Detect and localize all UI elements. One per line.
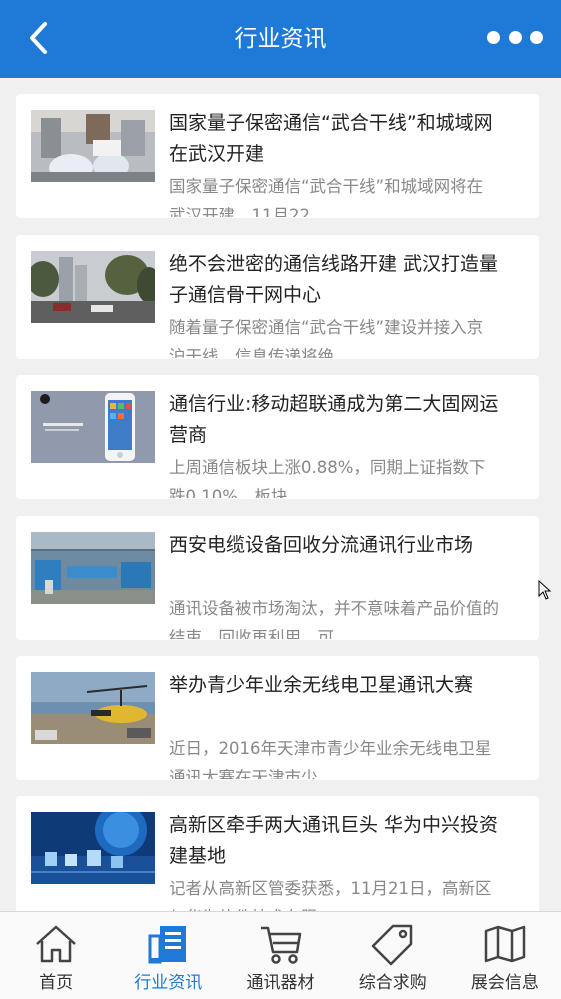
article-card[interactable]: 国家量子保密通信“武合干线”和城域网在武汉开建 国家量子保密通信“武合干线”和城… <box>16 94 539 218</box>
tab-label: 综合求购 <box>358 973 427 993</box>
cart-icon <box>260 926 301 964</box>
tab-label: 行业资讯 <box>134 973 203 993</box>
tab-equipment[interactable]: 通讯器材 <box>224 912 336 999</box>
article-summary: 近日，2016年天津市青少年业余无线电卫星通讯大赛在天津市少 <box>169 739 492 779</box>
article-summary: 随着量子保密通信“武合干线”建设并接入京沪干线，信息传递将绝 <box>169 318 484 358</box>
article-title: 绝不会泄密的通信线路开建 武汉打造量子通信骨干网中心 <box>169 253 499 306</box>
article-card[interactable]: 绝不会泄密的通信线路开建 武汉打造量子通信骨干网中心 随着量子保密通信“武合干线… <box>16 235 539 359</box>
article-thumbnail <box>31 391 155 463</box>
top-navigation-bar: 行业资讯 <box>0 0 561 78</box>
article-title: 举办青少年业余无线电卫星通讯大赛 <box>169 674 474 696</box>
article-summary: 记者从高新区管委获悉，11月21日，高新区与华为软件技术有限 <box>169 879 492 911</box>
home-icon <box>36 925 76 963</box>
article-summary: 上周通信板块上涨0.88%，同期上证指数下跌0.10%，板块 <box>169 458 486 498</box>
tab-label: 展会信息 <box>470 973 539 993</box>
article-thumbnail <box>31 251 155 323</box>
article-card[interactable]: 通信行业:移动超联通成为第二大固网运营商 上周通信板块上涨0.88%，同期上证指… <box>16 375 539 499</box>
article-card[interactable]: 西安电缆设备回收分流通讯行业市场 通讯设备被市场淘汰，并不意味着产品价值的结束，… <box>16 516 539 640</box>
news-icon <box>148 926 187 964</box>
tag-icon <box>371 924 412 966</box>
article-thumbnail <box>31 812 155 884</box>
bottom-tab-bar: 首页 行业资讯 通讯器材 综合求购 展会信息 <box>0 911 561 999</box>
article-list: 国家量子保密通信“武合干线”和城域网在武汉开建 国家量子保密通信“武合干线”和城… <box>0 78 561 911</box>
map-icon <box>484 925 526 963</box>
article-card[interactable]: 高新区牵手两大通讯巨头 华为中兴投资建基地 记者从高新区管委获悉，11月21日，… <box>16 796 539 911</box>
article-summary: 国家量子保密通信“武合干线”和城域网将在武汉开建，11月22 <box>169 177 484 217</box>
article-title: 通信行业:移动超联通成为第二大固网运营商 <box>169 393 499 446</box>
more-dots-icon <box>487 30 500 44</box>
tab-exhibition[interactable]: 展会信息 <box>449 912 561 999</box>
article-summary: 通讯设备被市场淘汰，并不意味着产品价值的结束，回收再利用，可 <box>169 599 499 639</box>
tab-label: 首页 <box>39 973 74 993</box>
tab-industry-news[interactable]: 行业资讯 <box>112 912 224 999</box>
tab-purchase[interactable]: 综合求购 <box>337 912 449 999</box>
article-title: 国家量子保密通信“武合干线”和城域网在武汉开建 <box>169 112 493 165</box>
tab-home[interactable]: 首页 <box>0 912 112 999</box>
article-thumbnail <box>31 532 155 604</box>
article-thumbnail <box>31 110 155 182</box>
tab-label: 通讯器材 <box>246 973 315 993</box>
article-card[interactable]: 举办青少年业余无线电卫星通讯大赛 近日，2016年天津市青少年业余无线电卫星通讯… <box>16 656 539 780</box>
article-thumbnail <box>31 672 155 744</box>
article-title: 西安电缆设备回收分流通讯行业市场 <box>169 534 474 556</box>
more-button[interactable] <box>487 24 543 50</box>
mouse-pointer-icon <box>538 580 552 600</box>
page-title: 行业资讯 <box>234 26 327 52</box>
article-title: 高新区牵手两大通讯巨头 华为中兴投资建基地 <box>169 814 499 867</box>
